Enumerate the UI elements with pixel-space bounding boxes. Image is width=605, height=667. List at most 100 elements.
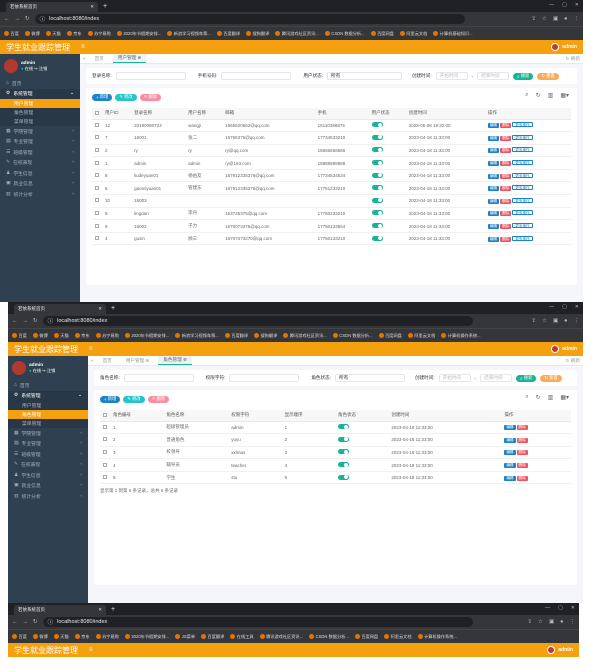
reload-icon[interactable]: ↻: [33, 619, 38, 625]
columns-icon[interactable]: ▥: [548, 92, 554, 99]
kebab-menu-icon[interactable]: ⋮: [570, 619, 576, 625]
delete-button[interactable]: ✕ 删除: [147, 395, 170, 403]
refresh-button[interactable]: ↻ 刷新: [566, 56, 580, 62]
bookmark[interactable]: 腾讯游戏社区资讯...: [259, 634, 303, 640]
bookmark[interactable]: 阿里云文档: [384, 634, 412, 640]
user-menu[interactable]: admin: [551, 43, 577, 51]
delete-row-button[interactable]: 删除: [500, 135, 512, 141]
row-checkbox[interactable]: [95, 160, 99, 165]
status-toggle[interactable]: [371, 223, 383, 229]
row-checkbox[interactable]: [95, 210, 99, 215]
column-header[interactable]: 创建时间: [388, 410, 502, 422]
row-checkbox[interactable]: [103, 437, 107, 442]
end-date-input[interactable]: 结束时间: [477, 72, 510, 80]
sidebar-item-menu-mgmt[interactable]: 菜单管理: [0, 117, 80, 126]
columns-icon[interactable]: ▥: [548, 394, 554, 401]
sidebar-item-employment[interactable]: ▣ 就业信息 ‹: [8, 481, 88, 492]
bookmark[interactable]: 天猫: [53, 634, 69, 640]
extensions-icon[interactable]: ▣: [553, 318, 558, 324]
bookmark[interactable]: 百度翻译: [216, 31, 240, 37]
edit-row-button[interactable]: 编辑: [487, 211, 500, 217]
window-controls[interactable]: — ▢ ✕: [545, 605, 575, 611]
status-toggle[interactable]: [371, 235, 383, 241]
edit-row-button[interactable]: 编辑: [487, 135, 500, 141]
row-checkbox[interactable]: [103, 475, 107, 480]
more-actions-button[interactable]: 更多操作: [512, 235, 533, 241]
kebab-menu-icon[interactable]: ⋮: [574, 16, 580, 22]
table-row[interactable]: 2 ry ry ry@qq.com 15666666666 2023-04-18 11:3…: [92, 144, 571, 158]
more-actions-button[interactable]: 更多操作: [512, 210, 533, 216]
more-actions-button[interactable]: 更多操作: [512, 172, 533, 178]
menu-toggle-icon[interactable]: ≡: [89, 647, 93, 653]
edit-button[interactable]: ✎ 修改: [115, 93, 137, 101]
logout-icon[interactable]: ↪: [34, 66, 38, 71]
extensions-icon[interactable]: ▣: [553, 16, 558, 22]
bookmark[interactable]: 天猫: [45, 31, 61, 37]
sidebar-item-statistics[interactable]: ▥ 统计分析 ‹: [0, 189, 80, 200]
row-checkbox[interactable]: [95, 147, 99, 152]
edit-row-button[interactable]: 编辑: [504, 475, 516, 481]
bookmark[interactable]: 新浪学习视频车票...: [167, 31, 211, 37]
bookmark[interactable]: CSDN 数据分析...: [309, 634, 349, 640]
sidebar-item-major[interactable]: ▤ 专业管理 ‹: [0, 137, 80, 148]
sidebar-item-user-mgmt[interactable]: 用户管理: [8, 401, 88, 410]
bookmark[interactable]: 微博: [24, 31, 40, 37]
row-checkbox[interactable]: [103, 462, 107, 467]
logout-link[interactable]: 注销: [47, 368, 55, 373]
bookmark[interactable]: 苏宁易购: [95, 333, 119, 339]
grid-icon[interactable]: ▦▾: [560, 394, 569, 401]
user-menu[interactable]: admin: [547, 646, 573, 654]
status-toggle[interactable]: [371, 122, 383, 128]
table-row[interactable]: 3 校领导 xxlmas 3 2023-04-18 11:33:00 编辑 删除: [100, 446, 571, 460]
status-toggle[interactable]: [337, 436, 349, 442]
more-actions-button[interactable]: 更多操作: [512, 197, 533, 203]
status-toggle[interactable]: [371, 147, 383, 153]
column-header[interactable]: 显示顺序: [281, 410, 335, 422]
status-toggle[interactable]: [337, 462, 349, 468]
select-all-checkbox[interactable]: [103, 412, 107, 417]
bookmark[interactable]: 百度翻译: [201, 634, 224, 640]
add-button[interactable]: + 新增: [92, 93, 113, 101]
edit-row-button[interactable]: 编辑: [487, 224, 500, 230]
status-toggle[interactable]: [337, 424, 349, 430]
table-row[interactable]: 2 普通角色 yuyu 2 2023-04-18 11:33:00 编辑 删除: [100, 433, 571, 447]
bookmark[interactable]: 计算机操作系统...: [441, 333, 481, 339]
bookmark[interactable]: 天猫: [53, 333, 69, 339]
share-icon[interactable]: ⇪: [531, 318, 536, 324]
bookmark[interactable]: 京东: [66, 31, 82, 37]
sidebar-item-menu-mgmt[interactable]: 菜单管理: [8, 419, 88, 428]
delete-row-button[interactable]: 删除: [516, 437, 528, 443]
table-row[interactable]: 10 16003 2023-04-18 11:33:00 编辑 删除 更多操作: [92, 194, 571, 208]
bookmark[interactable]: 新浪学习视频车票...: [175, 333, 219, 339]
sidebar-item-home[interactable]: ⌂ 首页: [0, 78, 80, 89]
sidebar-item-performance[interactable]: ✎ 在校表现 ‹: [8, 460, 88, 471]
row-checkbox[interactable]: [103, 449, 107, 454]
bookmark[interactable]: 百度: [12, 634, 27, 640]
share-icon[interactable]: ⇪: [531, 16, 536, 22]
sidebar-item-students[interactable]: ♟ 学生信息 ‹: [8, 470, 88, 481]
sidebar-item-college[interactable]: ▦ 学院管理 ‹: [8, 428, 88, 439]
bookmark[interactable]: 百度: [12, 333, 27, 339]
status-toggle[interactable]: [337, 449, 349, 455]
sidebar-item-college[interactable]: ▦ 学院管理 ‹: [0, 126, 80, 137]
row-checkbox[interactable]: [95, 236, 99, 241]
close-tab-icon[interactable]: ✕: [98, 607, 102, 613]
sidebar-item-system[interactable]: ⚙ 系统管理 ⌄: [8, 390, 88, 401]
search-button[interactable]: ⌕ 搜索: [516, 374, 537, 382]
bookmark[interactable]: 2020年节假期安排...: [124, 333, 169, 339]
edit-row-button[interactable]: 编辑: [487, 236, 500, 242]
status-toggle[interactable]: [337, 474, 349, 480]
bookmark[interactable]: 百度网盘: [354, 634, 378, 640]
delete-row-button[interactable]: 删除: [516, 450, 528, 456]
bookmark[interactable]: 微博: [32, 333, 48, 339]
status-toggle[interactable]: [371, 134, 383, 140]
browser-tab[interactable]: 若依系统首页 ✕: [14, 605, 106, 615]
bookmark[interactable]: 阿里云文档: [407, 333, 435, 339]
login-name-input[interactable]: [115, 72, 186, 80]
table-row[interactable]: 12 20180080723 wangji 1565520652@qq.com 1511…: [92, 119, 571, 133]
back-icon[interactable]: ←: [4, 16, 10, 22]
column-header[interactable]: 登录名称: [131, 108, 186, 120]
bookmark[interactable]: 苏宁易购: [87, 31, 111, 37]
delete-row-button[interactable]: 删除: [516, 463, 528, 469]
share-icon[interactable]: ⇪: [527, 619, 532, 625]
